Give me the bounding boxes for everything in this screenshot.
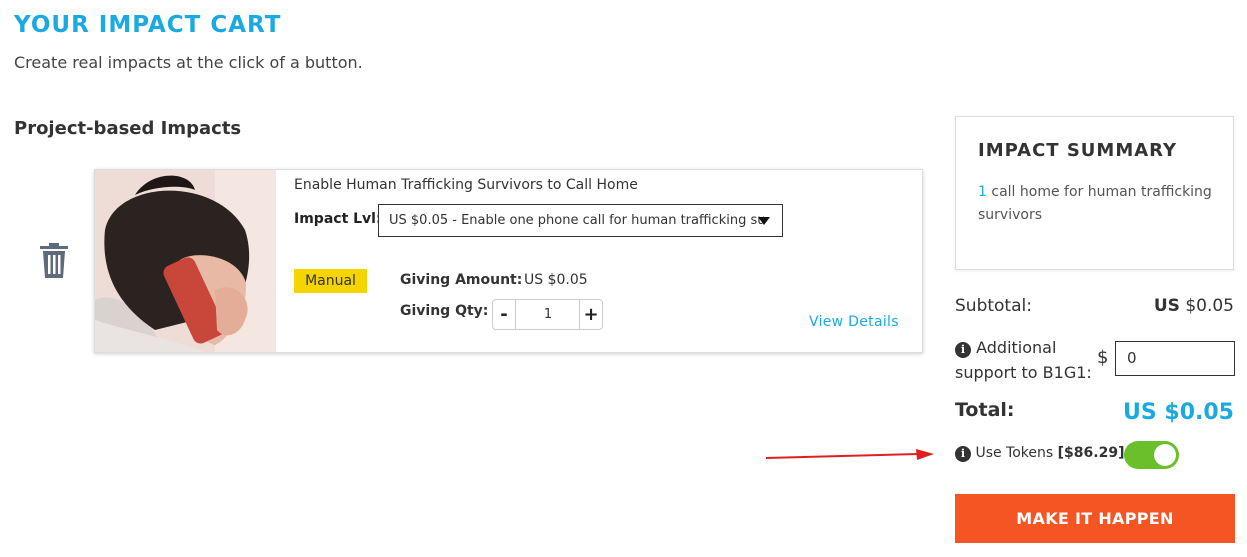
additional-support-text: Additional support to B1G1: [955,338,1092,382]
annotation-arrow [765,447,936,463]
giving-qty-label: Giving Qty: [400,303,489,319]
giving-amount-label: Giving Amount: [400,272,523,288]
impact-summary-box: IMPACT SUMMARY 1 call home for human tra… [955,116,1234,270]
use-tokens-toggle[interactable] [1124,441,1179,469]
manual-badge: Manual [294,269,367,293]
summary-line: 1 call home for human trafficking surviv… [978,181,1218,227]
giving-amount-value: US $0.05 [524,272,588,288]
toggle-knob [1154,444,1176,466]
project-title: Enable Human Trafficking Survivors to Ca… [294,177,638,193]
subtotal-amount: $0.05 [1185,296,1234,316]
qty-input[interactable]: 1 [516,300,580,329]
quantity-stepper: - 1 + [492,299,603,330]
additional-support-label: i Additional support to B1G1: [955,335,1095,385]
qty-increment-button[interactable]: + [579,300,602,329]
use-tokens-text: Use Tokens [975,445,1054,461]
cart-item-card: Enable Human Trafficking Survivors to Ca… [94,169,923,353]
subtotal-label: Subtotal: [955,296,1032,316]
subtotal-value: US $0.05 [1154,296,1234,316]
summary-description: call home for human trafficking survivor… [978,184,1212,223]
dollar-sign: $ [1097,347,1109,368]
impact-level-selected: US $0.05 - Enable one phone call for hum… [389,213,764,228]
info-icon[interactable]: i [955,446,971,462]
view-details-link[interactable]: View Details [809,314,899,330]
qty-decrement-button[interactable]: - [493,300,516,329]
summary-title: IMPACT SUMMARY [978,140,1178,161]
impact-level-select[interactable]: US $0.05 - Enable one phone call for hum… [378,204,783,237]
page-subtitle: Create real impacts at the click of a bu… [14,53,363,72]
caret-down-icon [758,217,770,225]
use-tokens-label: i Use Tokens [$86.29] [955,445,1124,462]
summary-count: 1 [978,184,987,200]
subtotal-currency: US [1153,296,1180,316]
page-title: YOUR IMPACT CART [14,12,282,38]
project-image [95,170,276,352]
additional-support-input[interactable]: 0 [1115,341,1235,376]
total-label: Total: [955,399,1015,421]
section-title: Project-based Impacts [14,118,242,139]
trash-icon[interactable] [38,242,70,280]
tokens-balance: [$86.29] [1057,445,1125,461]
make-it-happen-button[interactable]: MAKE IT HAPPEN [955,494,1235,543]
impact-level-label: Impact Lvl: [294,211,382,227]
info-icon[interactable]: i [955,342,971,358]
total-value: US $0.05 [1123,400,1234,425]
